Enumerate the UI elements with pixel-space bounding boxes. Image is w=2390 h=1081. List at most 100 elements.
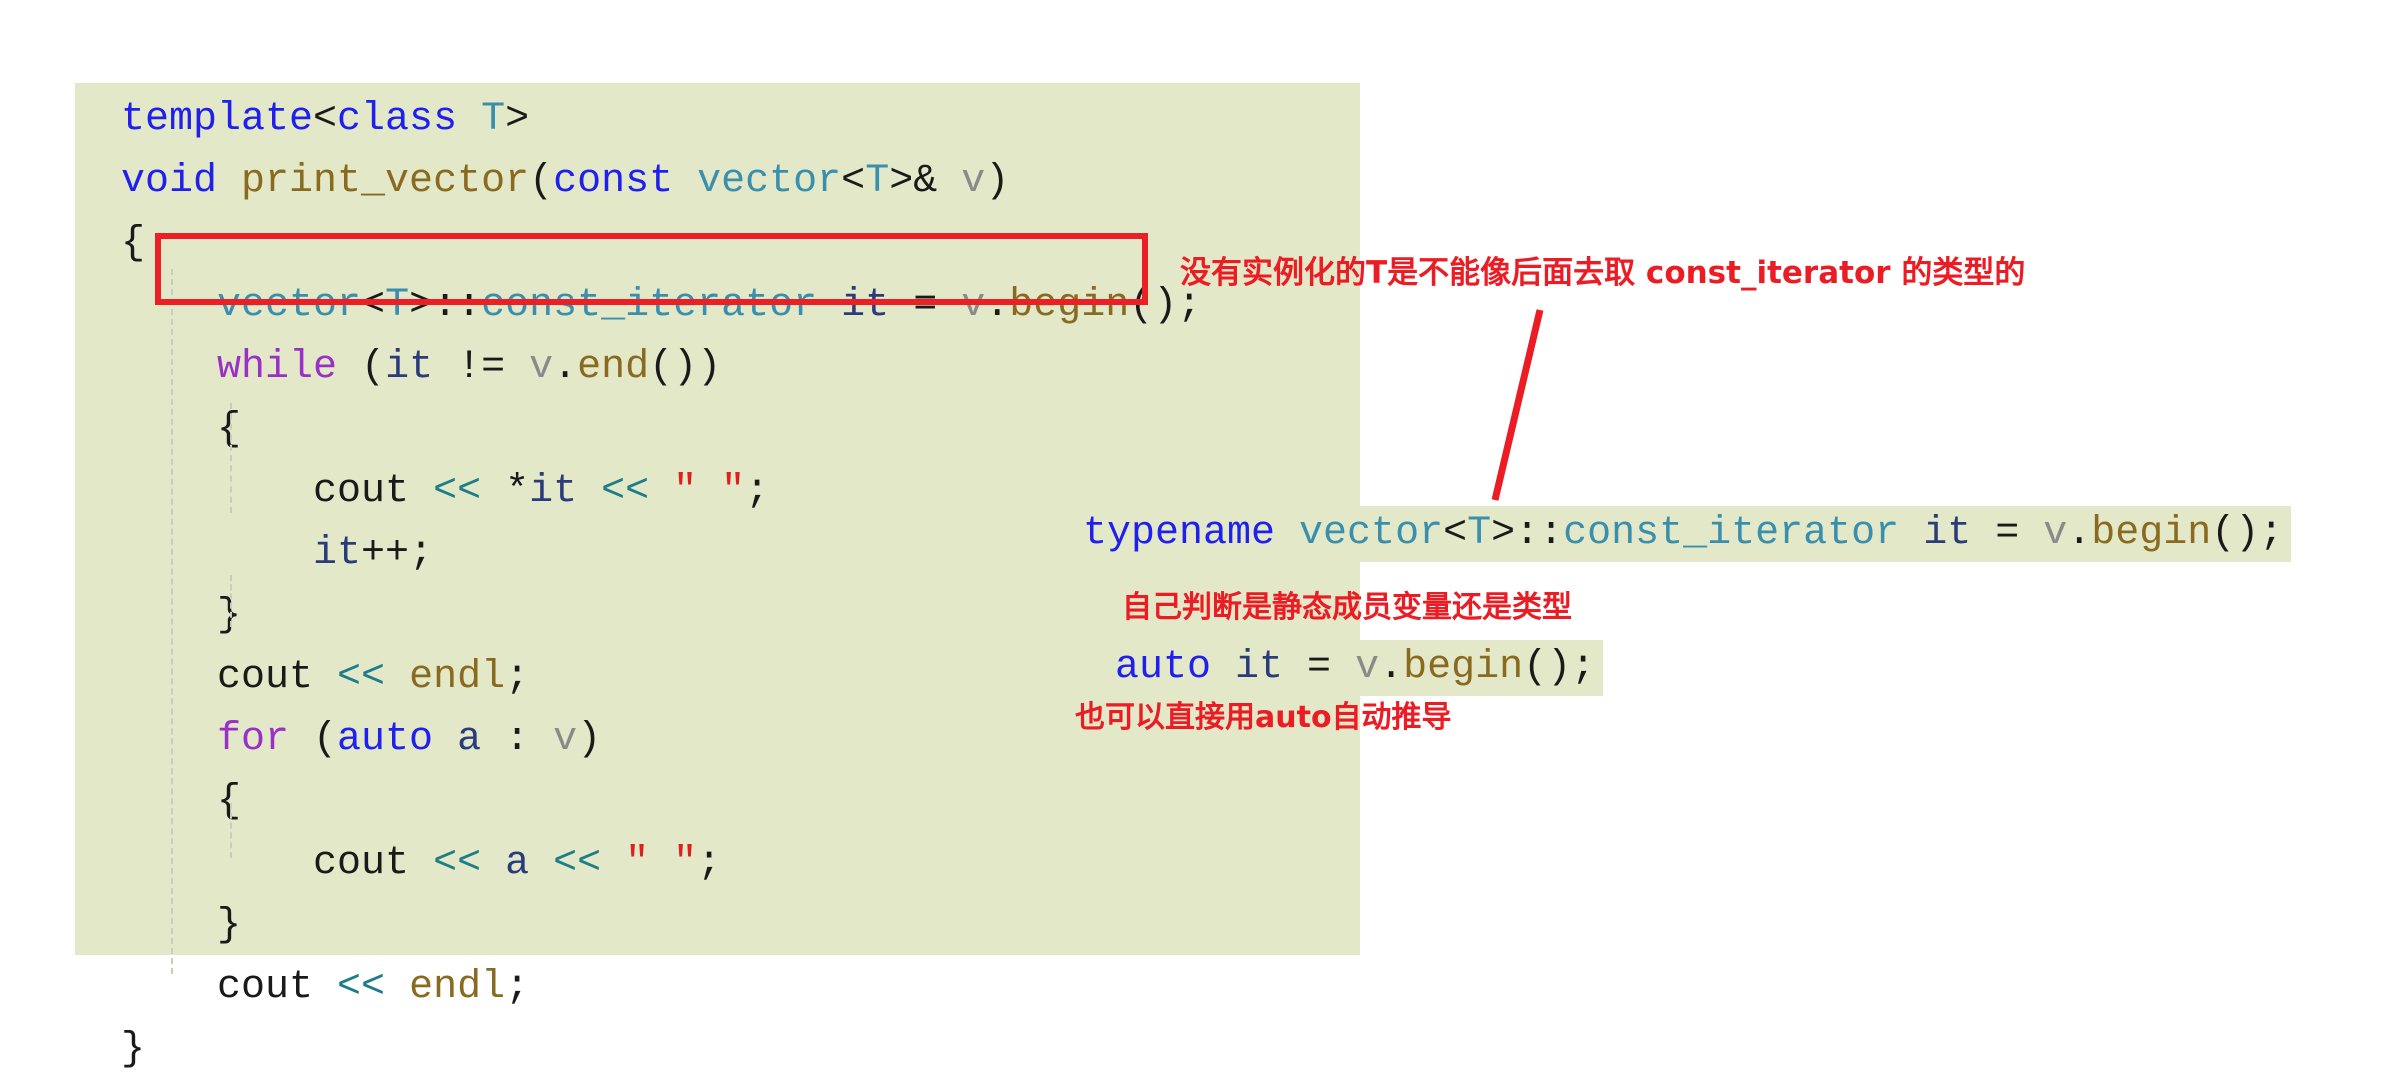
code-token: (: [529, 159, 554, 204]
code-token: {: [121, 407, 242, 452]
code-token: endl: [409, 655, 506, 700]
code-token: " ": [673, 469, 746, 514]
code-token: v: [553, 717, 578, 762]
code-token: " ": [625, 841, 698, 886]
code-token: end: [577, 345, 650, 390]
code-token: const: [553, 159, 674, 204]
code-token: (: [289, 717, 338, 762]
code-token: *: [481, 469, 530, 514]
indent-guide: [230, 575, 232, 627]
code-token: void: [121, 159, 218, 204]
code-token: for: [217, 717, 290, 762]
code-token: T: [1467, 511, 1492, 556]
code-token: const_iterator: [1563, 511, 1900, 556]
code-token: vector: [1299, 511, 1444, 556]
code-token: (: [337, 345, 386, 390]
code-token: a: [457, 717, 482, 762]
code-token: <: [313, 97, 338, 142]
code-token: >&: [889, 159, 938, 204]
code-token: typename: [1083, 511, 1276, 556]
code-token: =: [1971, 511, 2044, 556]
code-token: v: [1355, 645, 1380, 690]
code-token: it: [1923, 511, 1972, 556]
code-token: v: [529, 345, 554, 390]
pointer-line-icon: [1491, 309, 1544, 501]
red-highlight-box: [155, 233, 1148, 305]
code-token: cout: [313, 469, 410, 514]
code-line: cout << endl;: [75, 957, 1360, 1019]
code-token: it: [313, 531, 362, 576]
code-line: }: [75, 895, 1360, 957]
code-token: v: [2043, 511, 2068, 556]
code-token: begin: [2091, 511, 2212, 556]
code-token: a: [505, 841, 530, 886]
code-token: it: [1235, 645, 1284, 690]
annotation-bottom: 也可以直接用auto自动推导: [1075, 700, 1452, 735]
code-token: T: [481, 97, 506, 142]
code-token: ();: [2211, 511, 2284, 556]
code-token: .: [553, 345, 578, 390]
code-token: >: [505, 97, 530, 142]
code-token: ++;: [361, 531, 434, 576]
code-line: }: [75, 1019, 1360, 1081]
code-token: .: [1379, 645, 1404, 690]
code-line: while (it != v.end()): [75, 337, 1360, 399]
code-token: <<: [433, 469, 482, 514]
code-token: print_vector: [241, 159, 530, 204]
code-token: begin: [1403, 645, 1524, 690]
code-token: v: [961, 159, 986, 204]
indent-guide: [230, 403, 232, 513]
code-token: }: [121, 1027, 146, 1072]
code-token: cout: [313, 841, 410, 886]
code-token: template: [121, 97, 314, 142]
code-token: ): [577, 717, 602, 762]
code-token: ;: [505, 965, 530, 1010]
code-token: <<: [337, 965, 386, 1010]
code-token: ;: [505, 655, 530, 700]
code-token: vector: [697, 159, 842, 204]
code-token: {: [121, 221, 146, 266]
code-token: =: [1283, 645, 1356, 690]
code-token: :: [481, 717, 554, 762]
code-token: <<: [337, 655, 386, 700]
code-token: ;: [697, 841, 722, 886]
indent-guide: [230, 803, 232, 858]
code-token: endl: [409, 965, 506, 1010]
code-token: }: [121, 593, 242, 638]
code-token: >::: [1491, 511, 1564, 556]
code-token: <<: [601, 469, 650, 514]
code-token: ()): [649, 345, 722, 390]
code-token: !=: [433, 345, 530, 390]
code-token: cout: [217, 655, 314, 700]
code-token: <<: [433, 841, 482, 886]
code-token: ): [985, 159, 1010, 204]
code-line: void print_vector(const vector<T>& v): [75, 151, 1360, 213]
code-token: ;: [745, 469, 770, 514]
annotation-top: 没有实例化的T是不能像后面去取 const_iterator 的类型的: [1180, 255, 2026, 291]
code-token: }: [121, 903, 242, 948]
code-token: auto: [1115, 645, 1212, 690]
code-line: template<class T>: [75, 89, 1360, 151]
code-token: it: [385, 345, 434, 390]
code-token: ();: [1523, 645, 1596, 690]
